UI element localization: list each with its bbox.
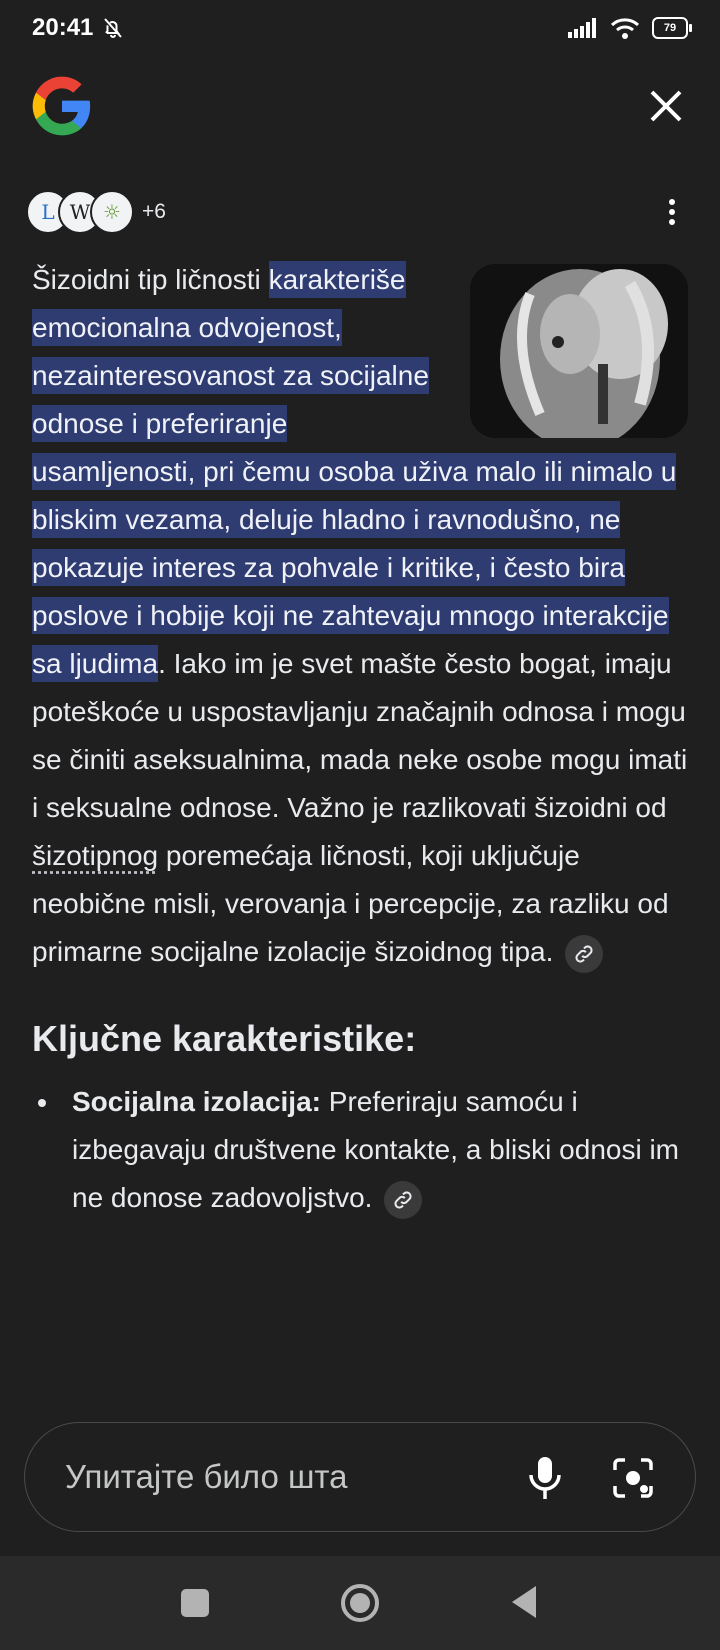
status-time: 20:41 [32, 14, 94, 41]
battery-icon: 79 [652, 17, 692, 39]
mic-icon[interactable] [525, 1455, 565, 1501]
wifi-icon [610, 18, 640, 39]
google-g-logo [32, 76, 91, 136]
close-button[interactable] [642, 82, 690, 130]
source-link-button[interactable] [384, 1180, 423, 1219]
ask-bar[interactable] [24, 1422, 696, 1532]
lens-icon[interactable] [611, 1456, 655, 1500]
back-icon[interactable] [508, 1584, 538, 1620]
sources-row[interactable]: L W ☼ +6 [26, 188, 694, 236]
home-icon[interactable] [340, 1583, 380, 1623]
recents-icon[interactable] [181, 1589, 209, 1617]
status-bar: 20:41 79 [0, 0, 720, 56]
face-photo-image [470, 264, 688, 438]
source-link-button[interactable] [565, 934, 604, 973]
list-item: Socijalna izolacija: Preferiraju samoću … [32, 1078, 688, 1222]
header [30, 70, 690, 150]
answer-thumbnail[interactable] [470, 264, 688, 438]
glossary-term-link[interactable]: šizotipnog [32, 840, 158, 871]
section-title: Ključne karakteristike: [32, 1018, 417, 1059]
source-icon[interactable]: ☼ [90, 190, 134, 234]
signal-icon [568, 18, 596, 38]
battery-level: 79 [663, 22, 677, 34]
system-nav-bar [0, 1556, 720, 1650]
ask-input[interactable] [63, 1457, 487, 1497]
more-vert-icon[interactable] [660, 194, 684, 230]
answer-content: Šizoidni tip ličnosti karakteriše emocio… [32, 256, 688, 1222]
link-icon [575, 945, 593, 963]
link-icon [394, 1191, 412, 1209]
sources-more-count[interactable]: +6 [142, 200, 166, 224]
bell-off-icon [104, 18, 123, 38]
answer-lead: Šizoidni tip ličnosti [32, 264, 269, 295]
list-item-title: Socijalna izolacija: [72, 1086, 321, 1117]
key-characteristics-list: Socijalna izolacija: Preferiraju samoću … [32, 1078, 688, 1222]
